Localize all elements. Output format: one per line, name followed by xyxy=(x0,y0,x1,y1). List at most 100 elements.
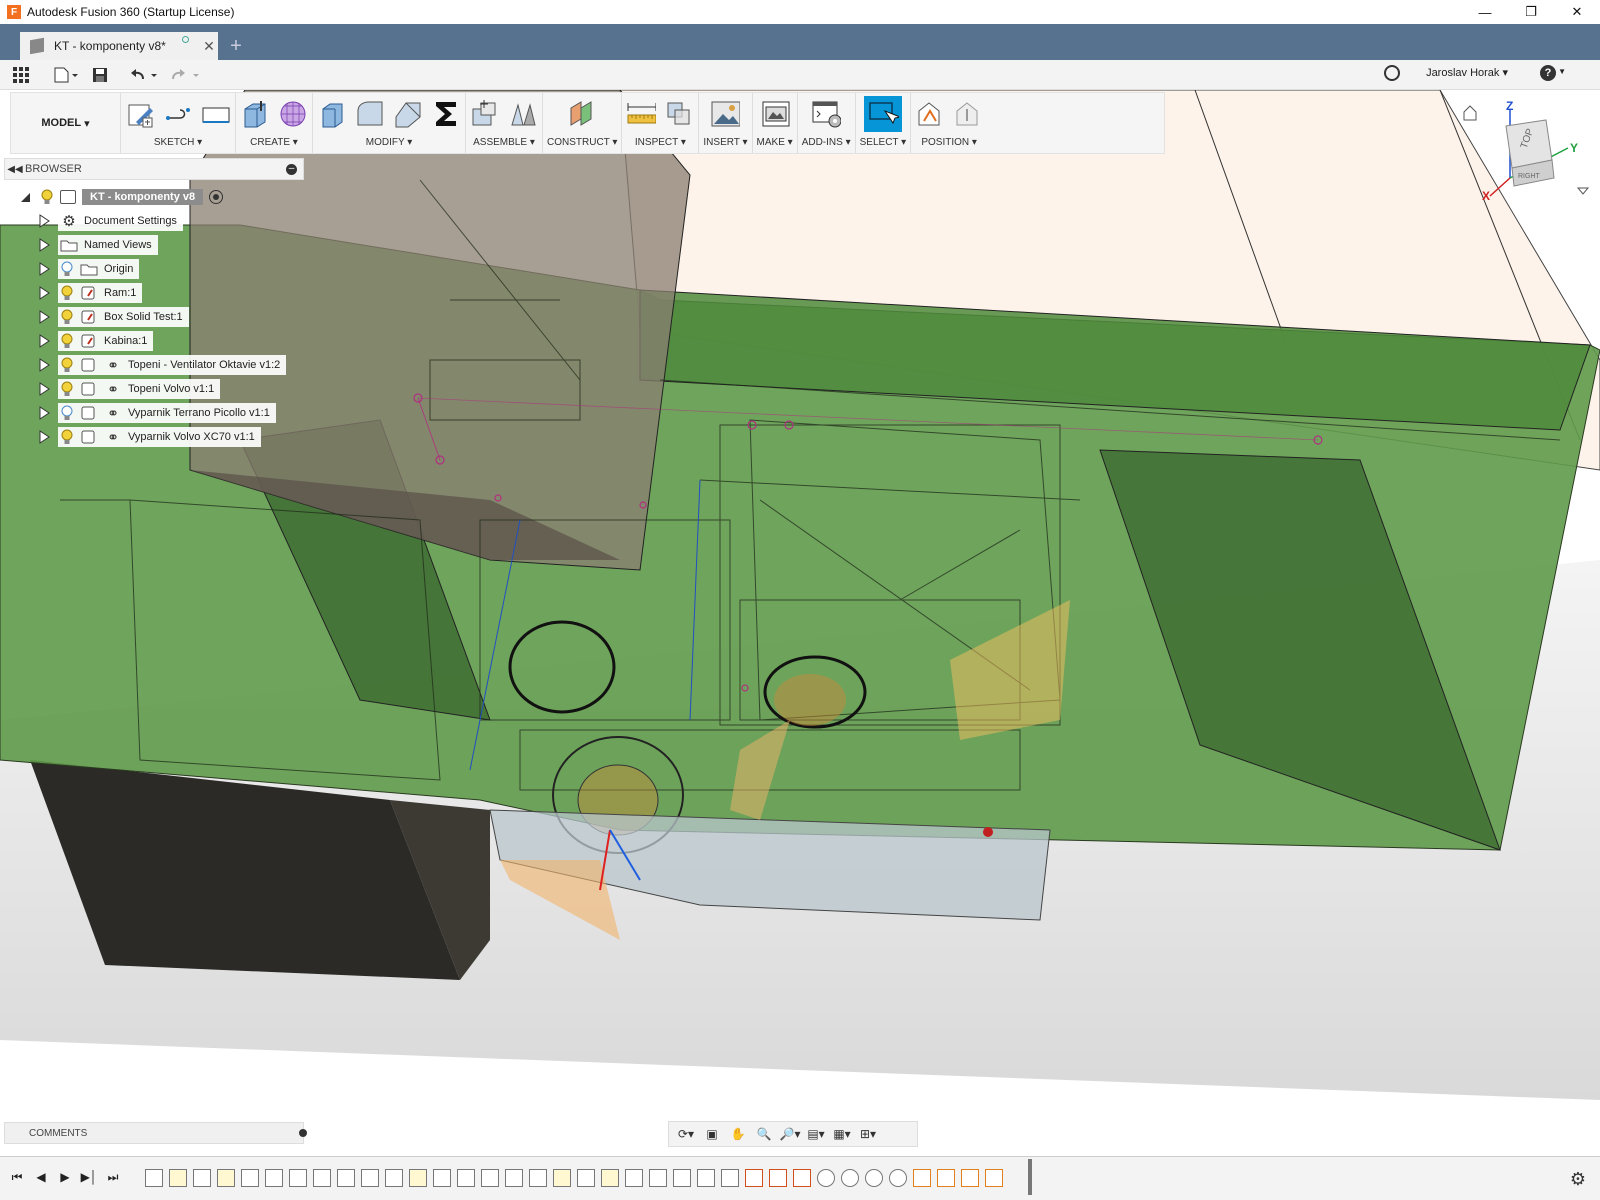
timeline-feature[interactable] xyxy=(217,1169,235,1187)
go-to-start-icon[interactable]: ⏮ xyxy=(8,1167,26,1187)
timeline-feature[interactable] xyxy=(769,1169,787,1187)
file-menu-icon[interactable] xyxy=(52,66,80,84)
group-label-assemble[interactable]: ASSEMBLE ▾ xyxy=(473,135,535,151)
step-back-icon[interactable]: ◀ xyxy=(32,1167,50,1187)
timeline-feature[interactable] xyxy=(457,1169,475,1187)
visibility-bulb-icon[interactable] xyxy=(60,381,74,397)
look-at-icon[interactable]: ▣ xyxy=(701,1124,723,1144)
minimize-icon[interactable]: — xyxy=(1462,0,1508,24)
timeline-feature[interactable] xyxy=(865,1169,883,1187)
timeline-feature[interactable] xyxy=(625,1169,643,1187)
browser-item-topeni-volvo[interactable]: ⚭ Topeni Volvo v1:1 xyxy=(38,378,221,400)
expand-icon[interactable] xyxy=(38,382,50,396)
timeline-feature[interactable] xyxy=(913,1169,931,1187)
document-tab[interactable]: KT - komponenty v8* ✕ xyxy=(20,32,218,60)
view-cube[interactable]: Z Y X TOP RIGHT xyxy=(1460,98,1590,208)
visibility-bulb-icon[interactable] xyxy=(60,285,74,301)
timeline-feature[interactable] xyxy=(385,1169,403,1187)
expand-icon[interactable] xyxy=(38,238,50,252)
timeline-feature[interactable] xyxy=(961,1169,979,1187)
timeline-feature[interactable] xyxy=(169,1169,187,1187)
collapse-root-icon[interactable] xyxy=(20,191,30,203)
browser-item-kabina[interactable]: Kabina:1 xyxy=(38,330,154,352)
expand-icon[interactable] xyxy=(38,358,50,372)
timeline-feature[interactable] xyxy=(241,1169,259,1187)
browser-item-origin[interactable]: Origin xyxy=(38,258,140,280)
visibility-bulb-icon[interactable] xyxy=(40,189,54,205)
orbit-icon[interactable]: ⟳▾ xyxy=(675,1124,697,1144)
visibility-bulb-icon[interactable] xyxy=(60,333,74,349)
help-icon[interactable]: ? xyxy=(1540,65,1556,81)
timeline-feature[interactable] xyxy=(697,1169,715,1187)
browser-item-named-views[interactable]: Named Views xyxy=(38,234,158,256)
browser-item-topeni-ventilator[interactable]: ⚭ Topeni - Ventilator Oktavie v1:2 xyxy=(38,354,287,376)
group-label-insert[interactable]: INSERT ▾ xyxy=(703,135,747,151)
user-menu[interactable]: Jaroslav Horak ▾ xyxy=(1426,66,1508,79)
3d-print-icon[interactable] xyxy=(760,99,790,129)
browser-root[interactable]: KT - komponenty v8 xyxy=(20,186,224,208)
timeline-feature[interactable] xyxy=(937,1169,955,1187)
timeline-feature[interactable] xyxy=(265,1169,283,1187)
insert-canvas-icon[interactable] xyxy=(710,99,741,129)
browser-item-vyparnik-volvo[interactable]: ⚭ Vyparnik Volvo XC70 v1:1 xyxy=(38,426,261,448)
measure-icon[interactable] xyxy=(626,99,657,129)
play-icon[interactable]: ▶ xyxy=(56,1167,74,1187)
timeline-feature[interactable] xyxy=(481,1169,499,1187)
timeline-feature[interactable] xyxy=(721,1169,739,1187)
display-settings-icon[interactable]: ▤▾ xyxy=(805,1124,827,1144)
step-forward-icon[interactable]: ▶│ xyxy=(80,1167,98,1187)
expand-icon[interactable] xyxy=(38,334,50,348)
timeline-feature[interactable] xyxy=(673,1169,691,1187)
pan-hand-icon[interactable]: ✋ xyxy=(727,1124,749,1144)
group-label-sketch[interactable]: SKETCH ▾ xyxy=(154,135,202,151)
close-window-icon[interactable]: ✕ xyxy=(1554,0,1600,24)
close-tab-icon[interactable]: ✕ xyxy=(200,38,218,55)
browser-item-box-solid-test[interactable]: Box Solid Test:1 xyxy=(38,306,189,328)
timeline-feature[interactable] xyxy=(889,1169,907,1187)
joint-icon[interactable] xyxy=(508,99,538,129)
compute-all-icon[interactable] xyxy=(431,99,461,129)
expand-icon[interactable] xyxy=(38,286,50,300)
browser-item-document-settings[interactable]: ⚙ Document Settings xyxy=(38,210,183,232)
zoom-icon[interactable]: 🔍 xyxy=(753,1124,775,1144)
expand-icon[interactable] xyxy=(38,214,50,228)
timeline-feature[interactable] xyxy=(745,1169,763,1187)
sketch-rectangle-icon[interactable] xyxy=(201,99,231,129)
extrude-icon[interactable] xyxy=(240,99,270,129)
job-status-clock-icon[interactable] xyxy=(1384,65,1400,81)
timeline-feature[interactable] xyxy=(193,1169,211,1187)
undo-icon[interactable] xyxy=(128,66,160,84)
timeline-feature[interactable] xyxy=(577,1169,595,1187)
capture-position-icon[interactable] xyxy=(915,99,945,129)
comments-panel[interactable]: COMMENTS xyxy=(4,1122,307,1144)
browser-header[interactable]: ◀◀ BROWSER – xyxy=(4,158,304,180)
timeline-feature[interactable] xyxy=(145,1169,163,1187)
new-component-icon[interactable] xyxy=(470,99,500,129)
revert-position-icon[interactable] xyxy=(953,99,983,129)
group-label-create[interactable]: CREATE ▾ xyxy=(250,135,298,151)
offset-plane-icon[interactable] xyxy=(567,99,597,129)
timeline-feature[interactable] xyxy=(361,1169,379,1187)
help-dropdown-icon[interactable]: ▼ xyxy=(1558,67,1566,76)
browser-item-ram[interactable]: Ram:1 xyxy=(38,282,143,304)
timeline-settings-gear-icon[interactable]: ⚙ xyxy=(1570,1169,1586,1190)
expand-icon[interactable] xyxy=(38,310,50,324)
create-sketch-icon[interactable] xyxy=(125,99,155,129)
group-label-select[interactable]: SELECT ▾ xyxy=(860,135,907,151)
timeline-feature[interactable] xyxy=(649,1169,667,1187)
visibility-bulb-off-icon[interactable] xyxy=(60,405,74,421)
redo-icon[interactable] xyxy=(170,66,202,84)
group-label-position[interactable]: POSITION ▾ xyxy=(921,135,977,151)
collapse-browser-icon[interactable]: ◀◀ xyxy=(5,164,25,175)
timeline-feature[interactable] xyxy=(313,1169,331,1187)
timeline-feature[interactable] xyxy=(409,1169,427,1187)
group-label-inspect[interactable]: INSPECT ▾ xyxy=(635,135,686,151)
viewports-icon[interactable]: ⊞▾ xyxy=(857,1124,879,1144)
canvas-viewport[interactable] xyxy=(0,90,1600,1142)
timeline-feature[interactable] xyxy=(841,1169,859,1187)
data-panel-grid-icon[interactable] xyxy=(12,66,30,84)
interference-icon[interactable] xyxy=(664,99,694,129)
zoom-window-icon[interactable]: 🔎▾ xyxy=(779,1124,801,1144)
save-icon[interactable] xyxy=(90,66,110,84)
select-icon[interactable] xyxy=(863,96,902,132)
